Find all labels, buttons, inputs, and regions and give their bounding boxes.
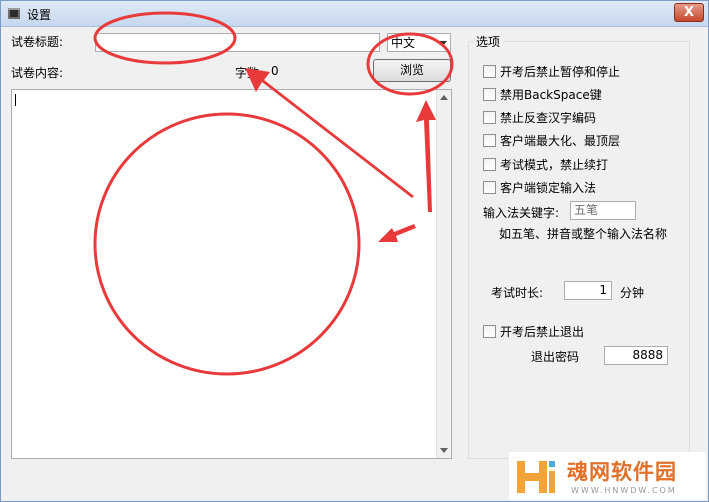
- content-scrollbar[interactable]: [436, 90, 451, 458]
- checkbox-box[interactable]: [483, 157, 496, 171]
- paper-title-input[interactable]: [95, 33, 380, 52]
- checkbox-maximize-topmost[interactable]: 客户端最大化、最顶层: [483, 132, 620, 148]
- checkbox-no-code-lookup[interactable]: 禁止反查汉字编码: [483, 109, 596, 125]
- checkbox-lock-ime[interactable]: 客户端锁定输入法: [483, 179, 596, 195]
- char-count-value: 0: [271, 64, 279, 78]
- checkbox-exam-mode[interactable]: 考试模式，禁止续打: [483, 156, 608, 172]
- title-bar: 设置 X: [1, 1, 708, 27]
- options-groupbox: [468, 41, 690, 459]
- brand-url: WWW.HNWDW.COM: [571, 486, 677, 495]
- checkbox-box[interactable]: [483, 64, 496, 78]
- exit-password-label: 退出密码: [531, 350, 580, 364]
- text-caret: [15, 94, 16, 106]
- checkbox-forbid-exit[interactable]: 开考后禁止退出: [483, 323, 584, 339]
- paper-content-textarea[interactable]: [11, 89, 452, 459]
- checkbox-disable-backspace[interactable]: 禁用BackSpace键: [483, 86, 602, 102]
- language-select-value: 中文: [391, 36, 416, 50]
- brand-logo-icon: [517, 461, 555, 493]
- checkbox-box[interactable]: [483, 180, 496, 194]
- scroll-down-icon[interactable]: [440, 448, 448, 453]
- options-group-title: 选项: [473, 33, 504, 50]
- exit-password-input[interactable]: 8888: [604, 346, 668, 365]
- ime-keyword-input[interactable]: 五笔: [570, 201, 636, 220]
- browse-button[interactable]: 浏览: [373, 59, 451, 82]
- checkbox-label: 开考后禁止暂停和停止: [500, 64, 621, 79]
- scroll-up-icon[interactable]: [440, 95, 448, 100]
- checkbox-no-pause[interactable]: 开考后禁止暂停和停止: [483, 63, 620, 79]
- duration-label: 考试时长:: [491, 286, 544, 300]
- app-icon: [8, 8, 20, 19]
- checkbox-label: 开考后禁止退出: [500, 324, 585, 339]
- brand-name: 魂网软件园: [567, 460, 677, 484]
- checkbox-box[interactable]: [483, 87, 496, 101]
- duration-input[interactable]: 1: [564, 281, 612, 300]
- paper-title-label: 试卷标题:: [11, 35, 64, 49]
- checkbox-box[interactable]: [483, 324, 496, 338]
- checkbox-label: 考试模式，禁止续打: [500, 157, 609, 172]
- checkbox-label: 客户端最大化、最顶层: [500, 133, 621, 148]
- ime-hint-text: 如五笔、拼音或整个输入法名称: [499, 227, 668, 241]
- checkbox-box[interactable]: [483, 133, 496, 147]
- checkbox-label: 禁用BackSpace键: [500, 87, 602, 102]
- chevron-down-icon: [439, 41, 447, 46]
- checkbox-box[interactable]: [483, 110, 496, 124]
- checkbox-label: 客户端锁定输入法: [500, 180, 597, 195]
- char-count-label: 字数:: [235, 66, 264, 80]
- ime-keyword-label: 输入法关键字:: [483, 206, 560, 220]
- paper-content-label: 试卷内容:: [11, 66, 64, 80]
- window-title: 设置: [27, 8, 52, 22]
- language-select[interactable]: 中文: [387, 33, 451, 52]
- settings-window: 设置 X 试卷标题: 中文 试卷内容: 字数: 0 浏览 选项 开考后禁止暂停和…: [0, 0, 709, 502]
- watermark: 魂网软件园 WWW.HNWDW.COM: [509, 452, 706, 500]
- checkbox-label: 禁止反查汉字编码: [500, 110, 597, 125]
- close-button[interactable]: X: [674, 3, 704, 22]
- duration-unit: 分钟: [620, 286, 645, 300]
